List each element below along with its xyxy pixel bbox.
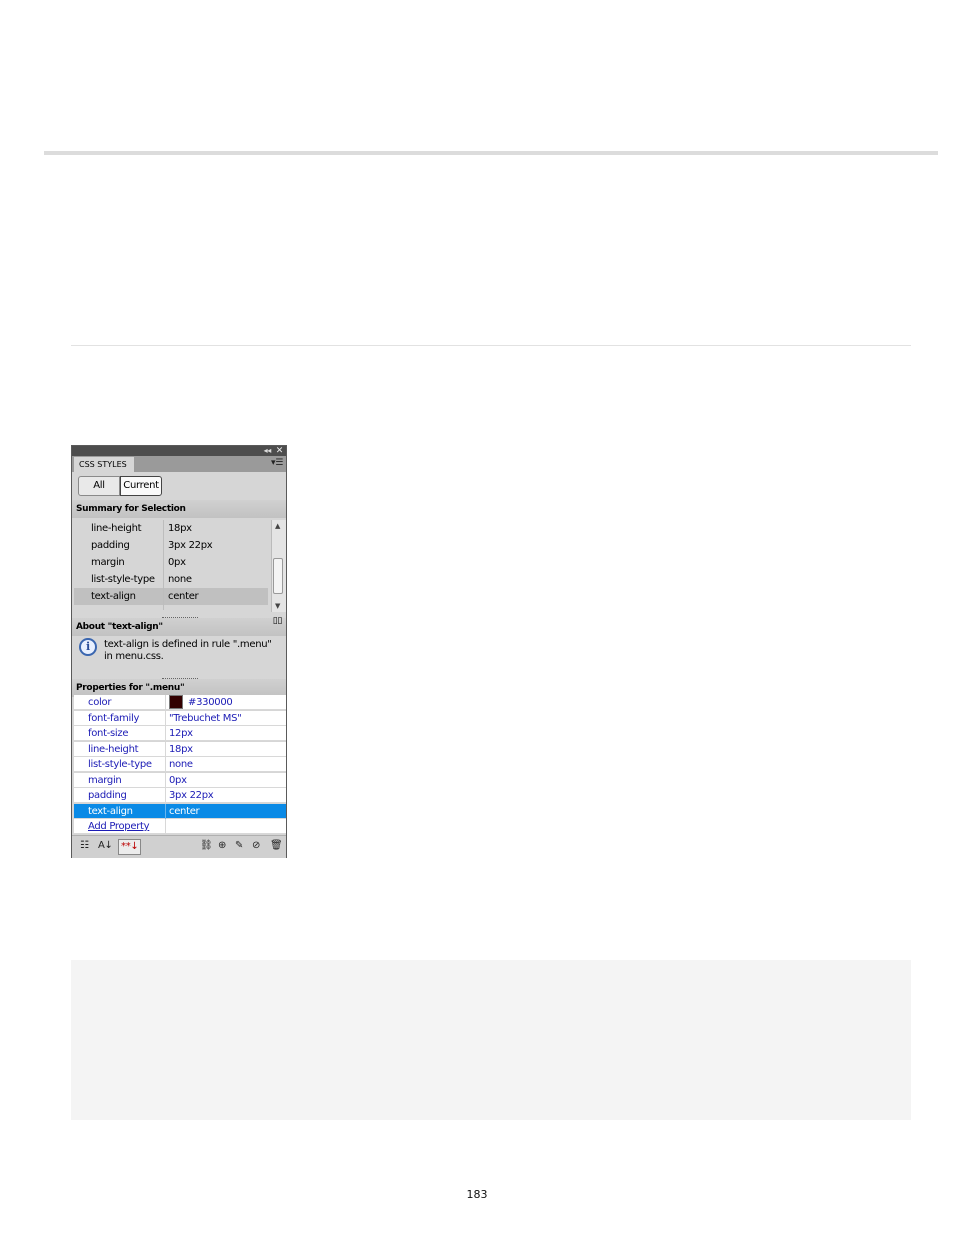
disable-property-icon[interactable]: ⊘ <box>252 839 260 853</box>
summary-value: none <box>168 574 192 585</box>
property-row[interactable]: color #330000 <box>74 695 286 710</box>
property-row[interactable]: margin 0px <box>74 772 286 788</box>
category-view-icon[interactable]: ☷ <box>80 839 89 853</box>
edit-rule-icon[interactable]: ✎ <box>235 839 243 853</box>
property-row[interactable]: padding 3px 22px <box>74 788 286 803</box>
property-value: 18px <box>169 743 193 755</box>
summary-scrollbar[interactable]: ▲ ▼ <box>271 520 286 612</box>
property-name: font-family <box>88 712 140 724</box>
summary-property: padding <box>91 540 130 551</box>
scroll-up-icon[interactable]: ▲ <box>275 522 280 530</box>
color-swatch[interactable] <box>169 695 183 709</box>
property-row[interactable]: line-height 18px <box>74 741 286 757</box>
summary-property: list-style-type <box>91 574 155 585</box>
panel-tabbar: CSS STYLES ▾☰ <box>72 456 286 472</box>
summary-column-divider <box>163 520 164 610</box>
summary-property: text-align <box>91 591 136 602</box>
scroll-thumb[interactable] <box>273 558 283 594</box>
summary-row[interactable]: padding 3px 22px <box>74 537 268 554</box>
about-heading: About "text-align" <box>72 618 286 636</box>
collapse-icon[interactable]: ◂◂ <box>264 446 272 456</box>
summary-list: line-height 18px padding 3px 22px margin… <box>74 520 270 608</box>
summary-property: margin <box>91 557 125 568</box>
summary-heading: Summary for Selection <box>72 500 286 518</box>
property-value: #330000 <box>188 697 233 708</box>
panel-menu-icon[interactable]: ▾☰ <box>271 457 283 470</box>
property-name: text-align <box>88 805 133 817</box>
all-button[interactable]: All <box>78 476 120 496</box>
summary-value: center <box>168 591 199 602</box>
scroll-down-icon[interactable]: ▼ <box>275 602 280 610</box>
summary-row[interactable]: line-height 18px <box>74 520 268 537</box>
summary-value: 18px <box>168 523 192 534</box>
property-value: center <box>169 805 200 817</box>
property-name: color <box>88 697 112 708</box>
property-value: "Trebuchet MS" <box>169 712 242 724</box>
property-value: 12px <box>169 728 193 739</box>
summary-value: 0px <box>168 557 186 568</box>
panel-toolbar: ☷ A↓ **↓ ⛓ ⊕ ✎ ⊘ 🗑 <box>72 835 286 858</box>
property-value: 3px 22px <box>169 790 214 801</box>
set-properties-icon[interactable]: **↓ <box>118 839 142 855</box>
panel-titlebar: ◂◂ ✕ <box>72 446 286 456</box>
delete-rule-icon[interactable]: 🗑 <box>270 839 283 853</box>
property-name: line-height <box>88 743 139 755</box>
css-styles-panel: ◂◂ ✕ CSS STYLES ▾☰ All Current Summary f… <box>71 445 287 858</box>
property-row-selected[interactable]: text-align center <box>74 803 286 819</box>
section-divider <box>71 345 911 346</box>
property-value: none <box>169 759 193 770</box>
top-divider <box>44 151 938 155</box>
summary-property: line-height <box>91 523 142 534</box>
page-number: 183 <box>466 1188 488 1201</box>
property-row[interactable]: font-family "Trebuchet MS" <box>74 710 286 726</box>
property-name: margin <box>88 774 122 786</box>
current-button[interactable]: Current <box>120 476 162 496</box>
attach-stylesheet-icon[interactable]: ⛓ <box>200 839 213 853</box>
tab-css-styles[interactable]: CSS STYLES <box>74 457 134 472</box>
note-box <box>71 960 911 1120</box>
property-value: 0px <box>169 774 187 786</box>
close-icon[interactable]: ✕ <box>276 446 284 456</box>
about-view-icons[interactable]: ▯▯ <box>273 616 283 626</box>
property-row[interactable]: list-style-type none <box>74 757 286 772</box>
summary-row[interactable]: list-style-type none <box>74 571 268 588</box>
new-rule-icon[interactable]: ⊕ <box>218 839 226 853</box>
property-name: padding <box>88 790 127 801</box>
property-row[interactable]: font-size 12px <box>74 726 286 741</box>
add-property-row: Add Property <box>74 819 286 834</box>
summary-row[interactable]: margin 0px <box>74 554 268 571</box>
summary-row-selected[interactable]: text-align center <box>74 588 268 605</box>
add-property-link[interactable]: Add Property <box>88 819 150 834</box>
property-name: list-style-type <box>88 759 152 770</box>
about-text: text-align is defined in rule ".menu" in… <box>104 639 272 662</box>
property-name: font-size <box>88 728 129 739</box>
info-icon: i <box>79 638 97 656</box>
alpha-view-icon[interactable]: A↓ <box>98 839 113 853</box>
summary-value: 3px 22px <box>168 540 213 551</box>
